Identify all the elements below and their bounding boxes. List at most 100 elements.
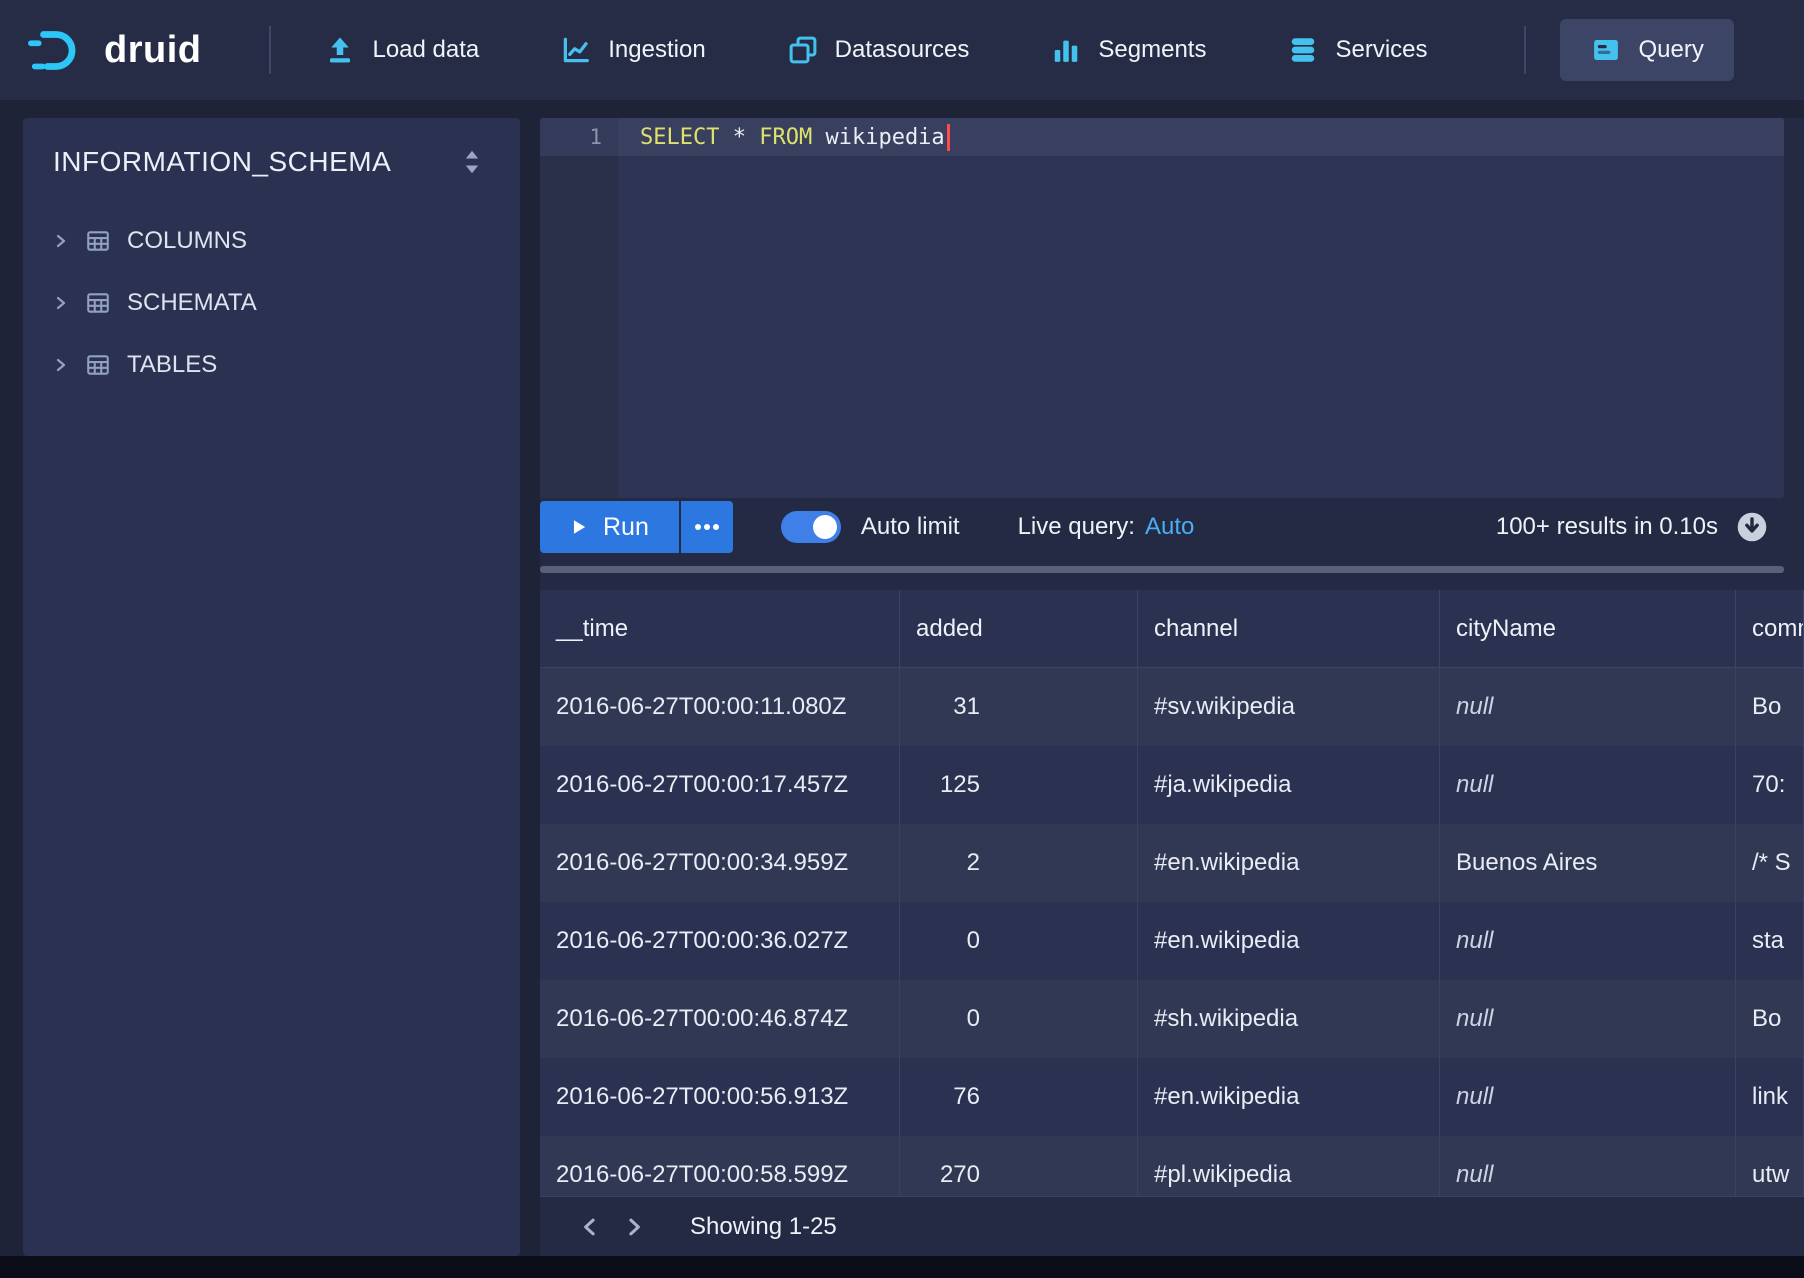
sql-query-line: SELECT * FROM wikipedia [618, 118, 1784, 156]
cell-cityname: null [1440, 1058, 1736, 1136]
nav-item-label: Segments [1098, 36, 1206, 64]
nav-item-label: Load data [372, 36, 479, 64]
cell-channel: #en.wikipedia [1138, 1058, 1440, 1136]
nav-load-data[interactable]: Load data [305, 19, 499, 81]
pagination-bar: Showing 1-25 [540, 1196, 1804, 1256]
cell-time: 2016-06-27T00:00:56.913Z [540, 1058, 900, 1136]
nav-segments[interactable]: Segments [1031, 19, 1226, 81]
query-controls-bar: Run Auto limit Live query: Auto 100+ resu… [540, 498, 1784, 556]
tree-item-columns[interactable]: COLUMNS [23, 210, 520, 272]
run-button[interactable]: Run [540, 501, 679, 553]
run-more-button[interactable] [681, 501, 733, 553]
chevron-right-icon [53, 356, 69, 374]
cell-channel: #sv.wikipedia [1138, 668, 1440, 746]
double-caret-icon[interactable] [462, 149, 482, 175]
cell-comment: Bo [1736, 980, 1804, 1058]
auto-limit-label: Auto limit [861, 513, 960, 541]
cell-time: 2016-06-27T00:00:46.874Z [540, 980, 900, 1058]
cell-cityname: null [1440, 1136, 1736, 1196]
cell-comment: Bo [1736, 668, 1804, 746]
table-row: 2016-06-27T00:00:11.080Z 31 #sv.wikipedi… [540, 668, 1804, 746]
cell-cityname: Buenos Aires [1440, 824, 1736, 902]
table-grid-icon [85, 290, 111, 316]
column-header-comment[interactable]: comment [1736, 590, 1804, 668]
live-query-text: Live query: [1018, 513, 1135, 540]
cell-channel: #en.wikipedia [1138, 824, 1440, 902]
column-header-cityname[interactable]: cityName [1440, 590, 1736, 668]
table-row: 2016-06-27T00:00:58.599Z 270 #pl.wikiped… [540, 1136, 1804, 1196]
table-grid-icon [85, 228, 111, 254]
nav-services[interactable]: Services [1268, 19, 1447, 81]
tree-item-tables[interactable]: TABLES [23, 334, 520, 396]
cell-time: 2016-06-27T00:00:17.457Z [540, 746, 900, 824]
live-query-value[interactable]: Auto [1145, 513, 1194, 540]
prev-page-button[interactable] [568, 1205, 612, 1249]
cell-time: 2016-06-27T00:00:58.599Z [540, 1136, 900, 1196]
nav-datasources[interactable]: Datasources [768, 19, 990, 81]
cell-time: 2016-06-27T00:00:11.080Z [540, 668, 900, 746]
sql-keyword-from: FROM [759, 125, 812, 150]
nav-item-label: Ingestion [608, 36, 705, 64]
live-query-label: Live query: Auto [1018, 513, 1195, 541]
tree-item-schemata[interactable]: SCHEMATA [23, 272, 520, 334]
nav-item-label: Query [1639, 36, 1704, 64]
chart-steps-icon [561, 35, 591, 65]
sql-star: * [733, 125, 746, 150]
sql-keyword-select: SELECT [640, 125, 719, 150]
window-bottom-edge [0, 1256, 1804, 1278]
table-row: 2016-06-27T00:00:46.874Z 0 #sh.wikipedia… [540, 980, 1804, 1058]
showing-range-label: Showing 1-25 [690, 1213, 837, 1241]
cell-added: 2 [900, 824, 1138, 902]
editor-code-area[interactable]: SELECT * FROM wikipedia [618, 118, 1784, 498]
database-icon [1288, 35, 1318, 65]
cell-time: 2016-06-27T00:00:34.959Z [540, 824, 900, 902]
cell-comment: sta [1736, 902, 1804, 980]
column-header-time[interactable]: __time [540, 590, 900, 668]
cell-channel: #pl.wikipedia [1138, 1136, 1440, 1196]
schema-sidebar: INFORMATION_SCHEMA COLUMNS [23, 118, 520, 1256]
cell-comment: /* S [1736, 824, 1804, 902]
results-table-header: __time added channel cityName comment [540, 590, 1804, 668]
cell-channel: #ja.wikipedia [1138, 746, 1440, 824]
auto-limit-toggle[interactable] [781, 511, 841, 543]
navbar-divider [269, 26, 271, 74]
tree-item-label: SCHEMATA [127, 289, 257, 317]
chevron-right-icon [53, 232, 69, 250]
cell-channel: #sh.wikipedia [1138, 980, 1440, 1058]
table-row: 2016-06-27T00:00:34.959Z 2 #en.wikipedia… [540, 824, 1804, 902]
editor-gutter: 1 [540, 118, 618, 498]
download-icon [1736, 511, 1768, 543]
resize-splitter-handle[interactable] [540, 566, 1784, 573]
cell-time: 2016-06-27T00:00:36.027Z [540, 902, 900, 980]
cell-comment: utw [1736, 1136, 1804, 1196]
text-cursor [947, 124, 950, 151]
column-header-added[interactable]: added [900, 590, 1138, 668]
column-header-channel[interactable]: channel [1138, 590, 1440, 668]
download-results-button[interactable] [1736, 511, 1768, 543]
schema-title: INFORMATION_SCHEMA [53, 146, 391, 178]
nav-query[interactable]: Query [1560, 19, 1734, 81]
next-page-button[interactable] [612, 1205, 656, 1249]
druid-logo[interactable]: druid [28, 27, 201, 73]
cell-added: 125 [900, 746, 1138, 824]
line-number: 1 [540, 118, 618, 156]
cell-comment: 70: [1736, 746, 1804, 824]
nav-item-label: Datasources [835, 36, 970, 64]
upload-icon [325, 35, 355, 65]
tree-item-label: COLUMNS [127, 227, 247, 255]
table-row: 2016-06-27T00:00:56.913Z 76 #en.wikipedi… [540, 1058, 1804, 1136]
nav-item-label: Services [1335, 36, 1427, 64]
nav-ingestion[interactable]: Ingestion [541, 19, 725, 81]
chevron-right-icon [53, 294, 69, 312]
console-icon [1590, 35, 1622, 65]
schema-selector[interactable]: INFORMATION_SCHEMA [23, 118, 520, 196]
stacked-squares-icon [788, 35, 818, 65]
brand-name: druid [104, 29, 201, 72]
results-summary: 100+ results in 0.10s [1496, 513, 1718, 541]
sql-editor[interactable]: 1 SELECT * FROM wikipedia [540, 118, 1784, 498]
cell-cityname: null [1440, 902, 1736, 980]
schema-tree: COLUMNS SCHEMATA [23, 210, 520, 396]
cell-added: 270 [900, 1136, 1138, 1196]
cell-cityname: null [1440, 980, 1736, 1058]
toggle-knob [813, 515, 837, 539]
